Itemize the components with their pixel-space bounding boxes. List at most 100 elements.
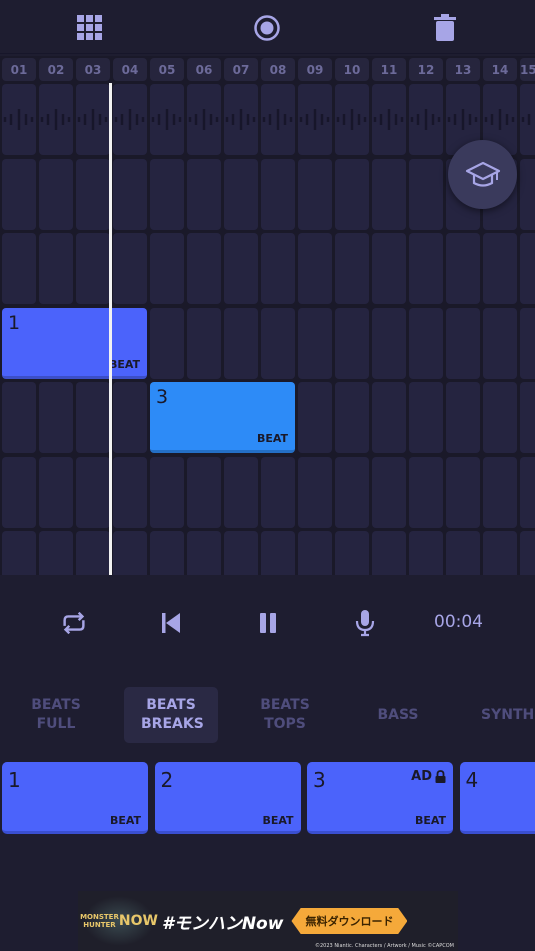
waveform-cell[interactable] xyxy=(113,84,147,155)
grid-cell[interactable] xyxy=(298,233,332,304)
grid-cell[interactable] xyxy=(409,382,443,453)
grid-cell[interactable] xyxy=(483,456,517,528)
beat-block[interactable]: 3 BEAT xyxy=(150,382,295,453)
waveform-cell[interactable] xyxy=(187,84,221,155)
grid-cell[interactable] xyxy=(335,158,369,230)
grid-cell[interactable] xyxy=(261,456,295,528)
sample-pad[interactable]: 3 BEAT AD xyxy=(307,762,453,834)
grid-cell[interactable] xyxy=(187,307,221,379)
grid-cell[interactable] xyxy=(150,531,184,575)
playhead[interactable] xyxy=(109,83,112,575)
grid-cell[interactable] xyxy=(298,158,332,230)
grid-cell[interactable] xyxy=(224,531,258,575)
grid-cell[interactable] xyxy=(113,531,147,575)
grid-cell[interactable] xyxy=(113,233,147,304)
pause-button[interactable] xyxy=(253,608,283,638)
grid-cell[interactable] xyxy=(298,382,332,453)
grid-cell[interactable] xyxy=(335,307,369,379)
grid-cell[interactable] xyxy=(150,456,184,528)
grid-cell[interactable] xyxy=(224,456,258,528)
waveform-cell[interactable] xyxy=(520,84,535,155)
category-tab[interactable]: BEATS TOPS xyxy=(238,687,332,743)
record-icon[interactable] xyxy=(253,14,281,42)
grid-cell[interactable] xyxy=(409,456,443,528)
grid-cell[interactable] xyxy=(409,233,443,304)
grid-cell[interactable] xyxy=(187,456,221,528)
sample-pad[interactable]: 1 BEAT xyxy=(2,762,148,834)
grid-cell[interactable] xyxy=(150,158,184,230)
grid-cell[interactable] xyxy=(39,531,73,575)
grid-cell[interactable] xyxy=(298,307,332,379)
grid-cell[interactable] xyxy=(2,382,36,453)
grid-cell[interactable] xyxy=(446,233,480,304)
grid-cell[interactable] xyxy=(335,233,369,304)
grid-cell[interactable] xyxy=(150,307,184,379)
ad-download-button[interactable]: 無料ダウンロード xyxy=(291,908,408,934)
grid-cell[interactable] xyxy=(150,233,184,304)
grid-icon[interactable] xyxy=(76,14,104,42)
grid-cell[interactable] xyxy=(76,158,110,230)
grid-cell[interactable] xyxy=(520,382,535,453)
beat-block[interactable]: 1 BEAT xyxy=(2,307,147,379)
skip-back-button[interactable] xyxy=(156,608,186,638)
grid-cell[interactable] xyxy=(261,307,295,379)
waveform-cell[interactable] xyxy=(372,84,406,155)
sample-pad[interactable]: 2 BEAT xyxy=(154,762,301,834)
grid-cell[interactable] xyxy=(76,233,110,304)
grid-cell[interactable] xyxy=(446,307,480,379)
grid-cell[interactable] xyxy=(224,158,258,230)
grid-cell[interactable] xyxy=(409,531,443,575)
grid-cell[interactable] xyxy=(520,233,535,304)
grid-cell[interactable] xyxy=(446,531,480,575)
grid-cell[interactable] xyxy=(298,531,332,575)
grid-cell[interactable] xyxy=(76,382,110,453)
trash-icon[interactable] xyxy=(431,14,459,42)
grid-cell[interactable] xyxy=(261,158,295,230)
grid-cell[interactable] xyxy=(261,531,295,575)
grid-cell[interactable] xyxy=(298,456,332,528)
grid-cell[interactable] xyxy=(520,531,535,575)
grid-cell[interactable] xyxy=(409,158,443,230)
grid-cell[interactable] xyxy=(187,158,221,230)
grid-cell[interactable] xyxy=(2,531,36,575)
waveform-cell[interactable] xyxy=(409,84,443,155)
grid-cell[interactable] xyxy=(520,456,535,528)
grid-cell[interactable] xyxy=(187,233,221,304)
grid-cell[interactable] xyxy=(372,307,406,379)
grid-cell[interactable] xyxy=(39,382,73,453)
grid-cell[interactable] xyxy=(2,158,36,230)
grid-cell[interactable] xyxy=(39,456,73,528)
grid-cell[interactable] xyxy=(76,531,110,575)
grid-cell[interactable] xyxy=(372,531,406,575)
microphone-button[interactable] xyxy=(350,608,380,638)
grid-cell[interactable] xyxy=(483,307,517,379)
grid-cell[interactable] xyxy=(224,307,258,379)
grid-cell[interactable] xyxy=(372,456,406,528)
grid-cell[interactable] xyxy=(39,158,73,230)
waveform-cell[interactable] xyxy=(39,84,73,155)
sample-pad[interactable]: 4 xyxy=(459,762,535,834)
grid-cell[interactable] xyxy=(446,382,480,453)
category-tab[interactable]: BEATS FULL xyxy=(9,687,103,743)
grid-cell[interactable] xyxy=(2,456,36,528)
grid-cell[interactable] xyxy=(39,233,73,304)
grid-cell[interactable] xyxy=(372,233,406,304)
grid-cell[interactable] xyxy=(335,531,369,575)
grid-cell[interactable] xyxy=(76,456,110,528)
waveform-cell[interactable] xyxy=(298,84,332,155)
grid-cell[interactable] xyxy=(224,233,258,304)
grid-cell[interactable] xyxy=(187,531,221,575)
category-tab[interactable]: SYNTH xyxy=(461,687,535,743)
grid-cell[interactable] xyxy=(372,382,406,453)
grid-cell[interactable] xyxy=(446,456,480,528)
grid-cell[interactable] xyxy=(483,531,517,575)
grid-cell[interactable] xyxy=(409,307,443,379)
grid-cell[interactable] xyxy=(335,382,369,453)
grid-cell[interactable] xyxy=(113,158,147,230)
grid-cell[interactable] xyxy=(372,158,406,230)
ad-banner[interactable]: MONSTER HUNTER NOW #モンハンNow 無料ダウンロード ©202… xyxy=(78,891,458,951)
grid-cell[interactable] xyxy=(335,456,369,528)
grid-cell[interactable] xyxy=(261,233,295,304)
waveform-cell[interactable] xyxy=(150,84,184,155)
category-tab[interactable]: BEATS BREAKS xyxy=(124,687,218,743)
